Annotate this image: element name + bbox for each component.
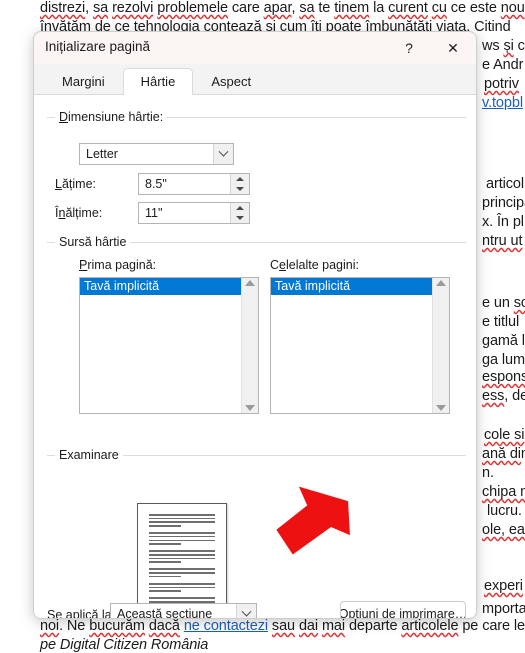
- doc-text-fragment: ană din: [482, 446, 525, 462]
- width-spinner[interactable]: 8.5": [138, 173, 250, 195]
- doc-text-fragment: articol: [486, 176, 524, 192]
- doc-text-fragment: ole, ea: [482, 522, 525, 538]
- doc-text-line: pe Digital Citizen România: [40, 637, 208, 653]
- scroll-up-icon[interactable]: [436, 280, 446, 286]
- doc-text-fragment: ntru ut: [482, 233, 522, 249]
- first-page-scrollbar[interactable]: [241, 278, 258, 413]
- doc-text-fragment: cole si: [484, 427, 524, 443]
- paper-size-group-label: Dimensiune hârtie:: [55, 110, 167, 124]
- width-value: 8.5": [139, 177, 230, 191]
- tab-margini[interactable]: Margini: [44, 67, 123, 94]
- stepper-down-icon[interactable]: [231, 213, 249, 223]
- apply-to-label: Se aplică la:: [47, 608, 115, 619]
- scroll-down-icon[interactable]: [436, 405, 446, 411]
- red-arrow-annotation: [255, 478, 355, 568]
- first-page-label: Prima pagină:: [79, 258, 156, 272]
- scroll-down-icon[interactable]: [245, 405, 255, 411]
- doc-text-fragment: ess, de: [482, 388, 525, 404]
- width-stepper[interactable]: [230, 174, 249, 194]
- other-pages-label: Celelalte pagini:: [270, 258, 359, 272]
- stepper-down-icon[interactable]: [231, 184, 249, 194]
- height-spinner[interactable]: 11": [138, 202, 250, 224]
- doc-text-fragment: e un sc: [482, 295, 525, 311]
- help-icon[interactable]: ?: [388, 32, 430, 64]
- dialog-titlebar: Inițializare pagină ? ✕: [34, 32, 476, 64]
- other-pages-listbox[interactable]: Tavă implicită: [270, 277, 450, 414]
- doc-text-fragment: chipa n: [482, 484, 525, 500]
- dialog-title: Inițializare pagină: [45, 39, 150, 54]
- doc-text-fragment: ws și ca: [482, 38, 525, 54]
- width-label: Lățime:: [55, 177, 96, 191]
- doc-text-fragment: gamă l: [482, 333, 525, 349]
- chevron-down-icon[interactable]: [236, 604, 256, 619]
- stepper-up-icon[interactable]: [231, 174, 249, 184]
- height-label: Înălțime:: [55, 206, 102, 220]
- doc-text-fragment: esponsa: [482, 369, 525, 385]
- other-pages-items: Tavă implicită: [271, 278, 432, 413]
- first-page-listbox[interactable]: Tavă implicită: [79, 277, 259, 414]
- apply-to-value: Această secțiune: [111, 607, 236, 619]
- print-options-button[interactable]: Opțiuni de imprimare…: [340, 601, 466, 619]
- list-item[interactable]: Tavă implicită: [80, 278, 241, 295]
- paper-size-combo[interactable]: Letter: [79, 143, 234, 165]
- doc-text-fragment: e Andr: [482, 57, 523, 73]
- apply-to-combo[interactable]: Această secțiune: [110, 603, 257, 619]
- height-value: 11": [139, 206, 230, 220]
- doc-text-line: distrezi, sa rezolvi problemele care apa…: [40, 0, 525, 16]
- scroll-up-icon[interactable]: [245, 280, 255, 286]
- doc-text-line: noi. Ne bucurăm dacă ne contactezi sau d…: [40, 618, 525, 634]
- doc-text-fragment: potriv: [484, 76, 519, 92]
- close-icon[interactable]: ✕: [432, 32, 474, 64]
- other-pages-scrollbar[interactable]: [432, 278, 449, 413]
- dialog-tabstrip: Margini Hârtie Aspect: [34, 68, 476, 95]
- tab-aspect[interactable]: Aspect: [193, 67, 269, 94]
- stepper-up-icon[interactable]: [231, 203, 249, 213]
- chevron-down-icon[interactable]: [213, 144, 233, 164]
- doc-text-fragment: mporta: [482, 601, 525, 617]
- height-stepper[interactable]: [230, 203, 249, 223]
- doc-text-fragment: principa: [482, 195, 525, 211]
- page-preview-thumbnail: [137, 503, 227, 613]
- doc-text-link-fragment[interactable]: v.topbl: [482, 95, 523, 111]
- paper-size-value: Letter: [80, 147, 213, 161]
- doc-text-fragment: lucru.: [487, 503, 522, 519]
- doc-text-fragment: x. În pl: [482, 214, 524, 230]
- doc-text-fragment: experi: [484, 578, 523, 594]
- list-item[interactable]: Tavă implicită: [271, 278, 432, 295]
- first-page-items: Tavă implicită: [80, 278, 241, 413]
- tab-hartie[interactable]: Hârtie: [123, 68, 194, 95]
- paper-source-group-label: Sursă hârtie: [55, 235, 130, 249]
- preview-group-label: Examinare: [55, 448, 123, 462]
- doc-text-fragment: e titlul: [482, 314, 519, 330]
- doc-text-fragment: ga lum: [482, 352, 525, 368]
- doc-text-fragment: n.: [482, 465, 494, 481]
